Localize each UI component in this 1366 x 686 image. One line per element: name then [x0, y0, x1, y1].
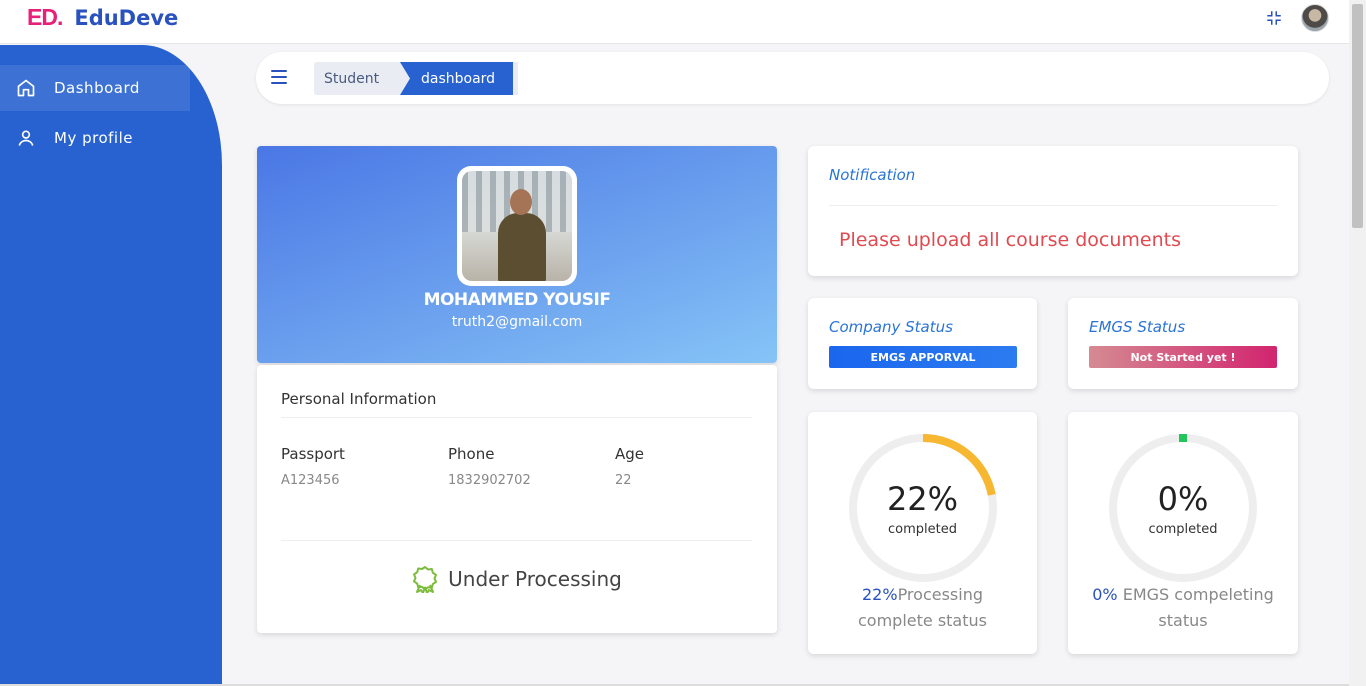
status-text: Under Processing — [448, 567, 622, 591]
passport-value: A123456 — [281, 473, 340, 488]
profile-card: MOHAMMED YOUSIF truth2@gmail.com — [257, 146, 777, 363]
age-value: 22 — [615, 473, 632, 488]
scrollbar-thumb[interactable] — [1352, 4, 1363, 228]
emgs-progress-card: 0% completed 0% EMGS compeleting status — [1068, 412, 1298, 654]
age-label: Age — [615, 445, 645, 463]
divider — [281, 540, 752, 541]
phone-value: 1832902702 — [448, 473, 531, 488]
company-status-title: Company Status — [829, 318, 953, 336]
emgs-status-badge: Not Started yet ! — [1089, 346, 1277, 368]
emgs-caption-line2: status — [1158, 611, 1208, 630]
progress-start-marker — [1179, 434, 1187, 442]
company-status-badge: EMGS APPORVAL — [829, 346, 1017, 368]
sidebar-item-dashboard[interactable]: Dashboard — [0, 65, 190, 111]
breadcrumb-end — [513, 62, 518, 95]
sidebar-item-label: My profile — [54, 129, 133, 147]
profile-photo — [457, 166, 577, 286]
divider — [281, 417, 752, 418]
emgs-caption-accent: 0% — [1092, 585, 1118, 604]
phone-label: Phone — [448, 445, 495, 463]
processing-caption-accent: 22% — [862, 585, 898, 604]
notification-card: Notification Please upload all course do… — [808, 146, 1298, 276]
emgs-caption-rest: EMGS compeleting — [1117, 585, 1274, 604]
brand-name: EduDeve — [74, 5, 179, 30]
avatar[interactable] — [1301, 4, 1329, 32]
scrollbar[interactable] — [1349, 0, 1366, 686]
age-field: Age 22 — [615, 445, 644, 488]
processing-percent-sub: completed — [888, 522, 957, 537]
processing-caption-line2: complete status — [858, 611, 987, 630]
brand-logo[interactable]: ED. EduDeve — [27, 4, 178, 31]
processing-percent: 22% — [886, 480, 959, 518]
notification-message: Please upload all course documents — [839, 229, 1181, 251]
emgs-percent-sub: completed — [1148, 522, 1218, 537]
phone-field: Phone 1832902702 — [448, 445, 531, 488]
personal-info-card: Personal Information Passport A123456 Ph… — [257, 365, 777, 633]
breadcrumb-bar: Student dashboard — [256, 52, 1329, 104]
brand-mark: ED. — [27, 4, 63, 30]
processing-caption-rest: Processing — [897, 585, 983, 604]
emgs-caption: 0% EMGS compeleting status — [1068, 582, 1298, 634]
sidebar-item-my-profile[interactable]: My profile — [0, 115, 190, 161]
divider — [829, 205, 1277, 206]
menu-icon[interactable] — [271, 70, 287, 84]
emgs-percent: 0% — [1157, 480, 1209, 518]
profile-email: truth2@gmail.com — [451, 314, 583, 330]
top-bar: ED. EduDeve — [0, 0, 1349, 44]
notification-title: Notification — [829, 166, 916, 184]
emgs-status-title: EMGS Status — [1089, 318, 1186, 336]
emgs-status-card: EMGS Status Not Started yet ! — [1068, 298, 1298, 389]
breadcrumb-item-student[interactable]: Student — [314, 62, 414, 95]
breadcrumb-item-dashboard[interactable]: dashboard — [400, 62, 513, 95]
processing-progress-card: 22% completed 22%Processing complete sta… — [808, 412, 1037, 654]
company-status-card: Company Status EMGS APPORVAL — [808, 298, 1037, 389]
home-icon — [17, 79, 35, 97]
user-icon — [18, 130, 34, 146]
application-status: Under Processing — [257, 565, 777, 593]
sidebar-item-label: Dashboard — [54, 79, 140, 97]
sidebar: Dashboard My profile — [0, 45, 222, 686]
passport-label: Passport — [281, 445, 345, 463]
profile-name: MOHAMMED YOUSIF — [423, 290, 611, 310]
personal-info-title: Personal Information — [281, 390, 437, 408]
processing-caption: 22%Processing complete status — [808, 582, 1037, 634]
compress-icon[interactable] — [1265, 9, 1283, 27]
award-icon — [413, 566, 438, 593]
passport-field: Passport A123456 — [281, 445, 345, 488]
